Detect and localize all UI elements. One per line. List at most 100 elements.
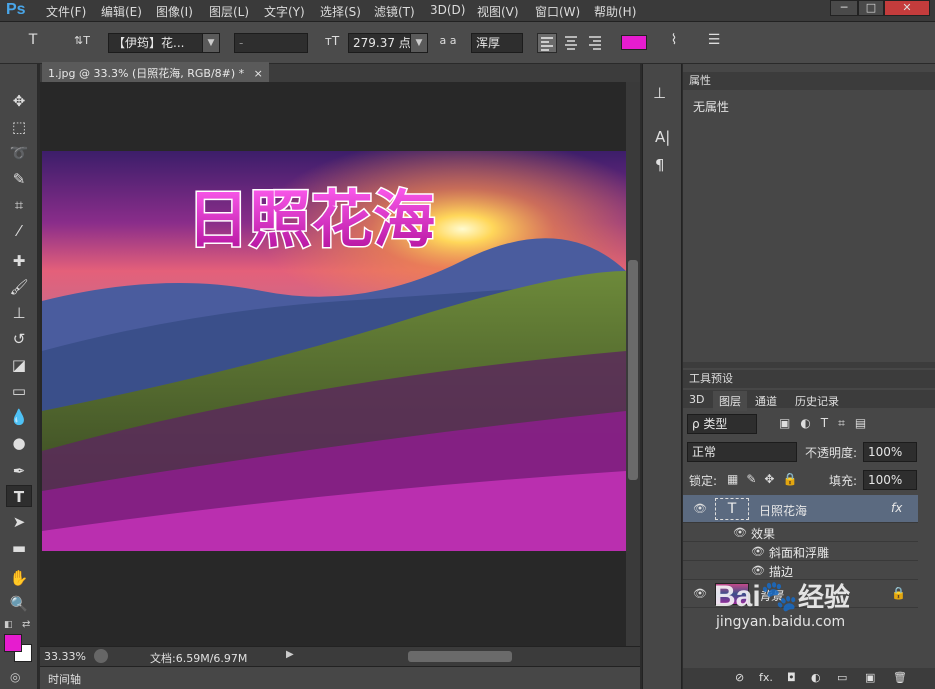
close-tab-icon[interactable]: × bbox=[254, 67, 263, 80]
layer-row-text[interactable]: 👁 T 日照花海 fx bbox=[683, 495, 918, 523]
opacity-field[interactable]: 100% bbox=[863, 442, 917, 462]
align-center-button[interactable] bbox=[562, 33, 582, 53]
horizontal-scroll-thumb[interactable] bbox=[408, 651, 512, 662]
opacity-value: 100% bbox=[868, 445, 903, 459]
path-selection-tool-icon[interactable]: ➤ bbox=[6, 511, 32, 533]
status-arrow-icon[interactable]: ▶ bbox=[286, 649, 294, 660]
layer-effects-row[interactable]: 👁 效果 bbox=[683, 523, 918, 542]
new-group-icon[interactable]: ▭ bbox=[837, 671, 847, 684]
move-tool-icon[interactable]: ✥ bbox=[6, 90, 32, 112]
swap-colors-icon[interactable]: ⇄ bbox=[22, 619, 30, 630]
type-tool-preset-icon[interactable]: T bbox=[22, 32, 44, 48]
tab-history[interactable]: 历史记录 bbox=[795, 393, 839, 409]
lasso-tool-icon[interactable]: ➰ bbox=[6, 142, 32, 164]
menu-view[interactable]: 视图(V) bbox=[477, 3, 519, 19]
menu-layer[interactable]: 图层(L) bbox=[209, 3, 249, 19]
document-image[interactable]: 日照花海 bbox=[42, 151, 626, 551]
paragraph-dock-icon[interactable]: ¶ bbox=[655, 156, 665, 174]
close-button[interactable]: ✕ bbox=[884, 0, 930, 16]
menu-3d[interactable]: 3D(D) bbox=[430, 3, 465, 19]
visibility-eye-icon[interactable]: 👁 bbox=[693, 502, 707, 515]
foreground-color-swatch[interactable] bbox=[4, 634, 22, 652]
menu-select[interactable]: 选择(S) bbox=[320, 3, 361, 19]
canvas-area[interactable]: 日照花海 bbox=[40, 82, 626, 646]
dodge-tool-icon[interactable]: ● bbox=[6, 432, 32, 454]
clone-stamp-tool-icon[interactable]: ⊥ bbox=[6, 302, 32, 324]
chevron-down-icon[interactable]: ▼ bbox=[202, 34, 219, 52]
visibility-eye-icon[interactable]: 👁 bbox=[733, 526, 747, 539]
fill-field[interactable]: 100% bbox=[863, 470, 917, 490]
history-brush-tool-icon[interactable]: ↺ bbox=[6, 328, 32, 350]
tool-presets-dock-icon[interactable]: ⊥ bbox=[653, 84, 666, 102]
document-tab[interactable]: 1.jpg @ 33.3% (日照花海, RGB/8#) * × bbox=[42, 62, 269, 82]
canvas-text-layer[interactable]: 日照花海 bbox=[186, 182, 437, 258]
vertical-scroll-thumb[interactable] bbox=[628, 260, 638, 480]
menu-image[interactable]: 图像(I) bbox=[156, 3, 193, 19]
layer-effect-bevel-row[interactable]: 👁 斜面和浮雕 bbox=[683, 542, 918, 561]
chevron-down-icon[interactable]: ▼ bbox=[410, 34, 427, 52]
menu-filter[interactable]: 滤镜(T) bbox=[374, 3, 415, 19]
delete-layer-icon[interactable]: 🗑 bbox=[893, 671, 907, 684]
lock-icons[interactable]: ▦✎✥🔒 bbox=[727, 472, 805, 486]
eyedropper-tool-icon[interactable]: ⁄ bbox=[6, 220, 32, 242]
brush-tool-icon[interactable]: 🖌 bbox=[6, 276, 32, 298]
gradient-tool-icon[interactable]: ▭ bbox=[6, 380, 32, 402]
rectangle-tool-icon[interactable]: ▬ bbox=[6, 537, 32, 559]
menu-type[interactable]: 文字(Y) bbox=[264, 3, 305, 19]
align-right-button[interactable] bbox=[586, 33, 606, 53]
vertical-scrollbar[interactable] bbox=[626, 82, 640, 646]
adjustment-layer-icon[interactable]: ◐ bbox=[811, 671, 821, 684]
antialias-select[interactable]: 浑厚 bbox=[471, 33, 523, 53]
timeline-tab[interactable]: 时间轴 bbox=[48, 671, 81, 687]
tab-channels[interactable]: 通道 bbox=[755, 393, 777, 409]
eraser-tool-icon[interactable]: ◪ bbox=[6, 354, 32, 376]
status-menu-icon[interactable] bbox=[94, 649, 108, 663]
marquee-tool-icon[interactable]: ⬚ bbox=[6, 116, 32, 138]
menu-file[interactable]: 文件(F) bbox=[46, 3, 86, 19]
blend-mode-select[interactable]: 正常 bbox=[687, 442, 797, 462]
opacity-label: 不透明度: bbox=[805, 446, 858, 460]
align-left-button[interactable] bbox=[537, 33, 557, 53]
character-panel-icon[interactable]: ☰ bbox=[702, 32, 726, 48]
font-family-value: 【伊筠】花... bbox=[113, 36, 185, 50]
visibility-eye-icon[interactable]: 👁 bbox=[751, 564, 765, 577]
tab-3d[interactable]: 3D bbox=[689, 393, 704, 406]
text-color-swatch[interactable] bbox=[621, 35, 647, 50]
watermark-brand: Bai bbox=[714, 580, 761, 613]
quick-select-tool-icon[interactable]: ✎ bbox=[6, 168, 32, 190]
healing-brush-tool-icon[interactable]: ✚ bbox=[6, 250, 32, 272]
properties-value: 无属性 bbox=[693, 100, 730, 114]
type-tool-icon[interactable]: T bbox=[6, 485, 32, 507]
add-mask-icon[interactable]: ◘ bbox=[787, 671, 796, 684]
layer-effect-stroke-row[interactable]: 👁 描边 bbox=[683, 561, 918, 580]
visibility-eye-icon[interactable]: 👁 bbox=[751, 545, 765, 558]
link-layers-icon[interactable]: ⊘ bbox=[735, 671, 744, 684]
visibility-eye-icon[interactable]: 👁 bbox=[693, 587, 707, 600]
font-style-select[interactable]: - bbox=[234, 33, 308, 53]
quick-mask-icon[interactable]: ◎ bbox=[10, 670, 20, 684]
layer-name[interactable]: 日照花海 bbox=[759, 502, 807, 519]
layer-filter-select[interactable]: ρ 类型 bbox=[687, 414, 757, 434]
layer-filter-icons[interactable]: ▣◐T⌗▤ bbox=[779, 416, 876, 431]
tab-layers[interactable]: 图层 bbox=[713, 391, 747, 411]
new-layer-icon[interactable]: ▣ bbox=[865, 671, 875, 684]
default-colors-icon[interactable]: ◧ bbox=[4, 620, 13, 630]
blur-tool-icon[interactable]: 💧 bbox=[6, 406, 32, 428]
menu-window[interactable]: 窗口(W) bbox=[535, 3, 580, 19]
tool-presets-tab[interactable]: 工具预设 bbox=[689, 372, 733, 385]
properties-tab[interactable]: 属性 bbox=[689, 74, 711, 87]
add-style-icon[interactable]: fx. bbox=[759, 671, 773, 684]
minimize-button[interactable]: ─ bbox=[830, 0, 858, 16]
zoom-level[interactable]: 33.33% bbox=[44, 650, 86, 663]
layer-fx-icon[interactable]: fx bbox=[891, 501, 902, 515]
warp-text-icon[interactable]: ⌇ bbox=[664, 32, 684, 48]
zoom-tool-icon[interactable]: 🔍 bbox=[6, 593, 32, 615]
maximize-button[interactable]: □ bbox=[858, 0, 884, 16]
pen-tool-icon[interactable]: ✒ bbox=[6, 460, 32, 482]
character-dock-icon[interactable]: A| bbox=[655, 128, 670, 146]
toggle-orientation-icon[interactable]: ⇅T bbox=[72, 34, 92, 47]
crop-tool-icon[interactable]: ⌗ bbox=[6, 194, 32, 216]
hand-tool-icon[interactable]: ✋ bbox=[6, 567, 32, 589]
menu-help[interactable]: 帮助(H) bbox=[594, 3, 636, 19]
menu-edit[interactable]: 编辑(E) bbox=[101, 3, 142, 19]
